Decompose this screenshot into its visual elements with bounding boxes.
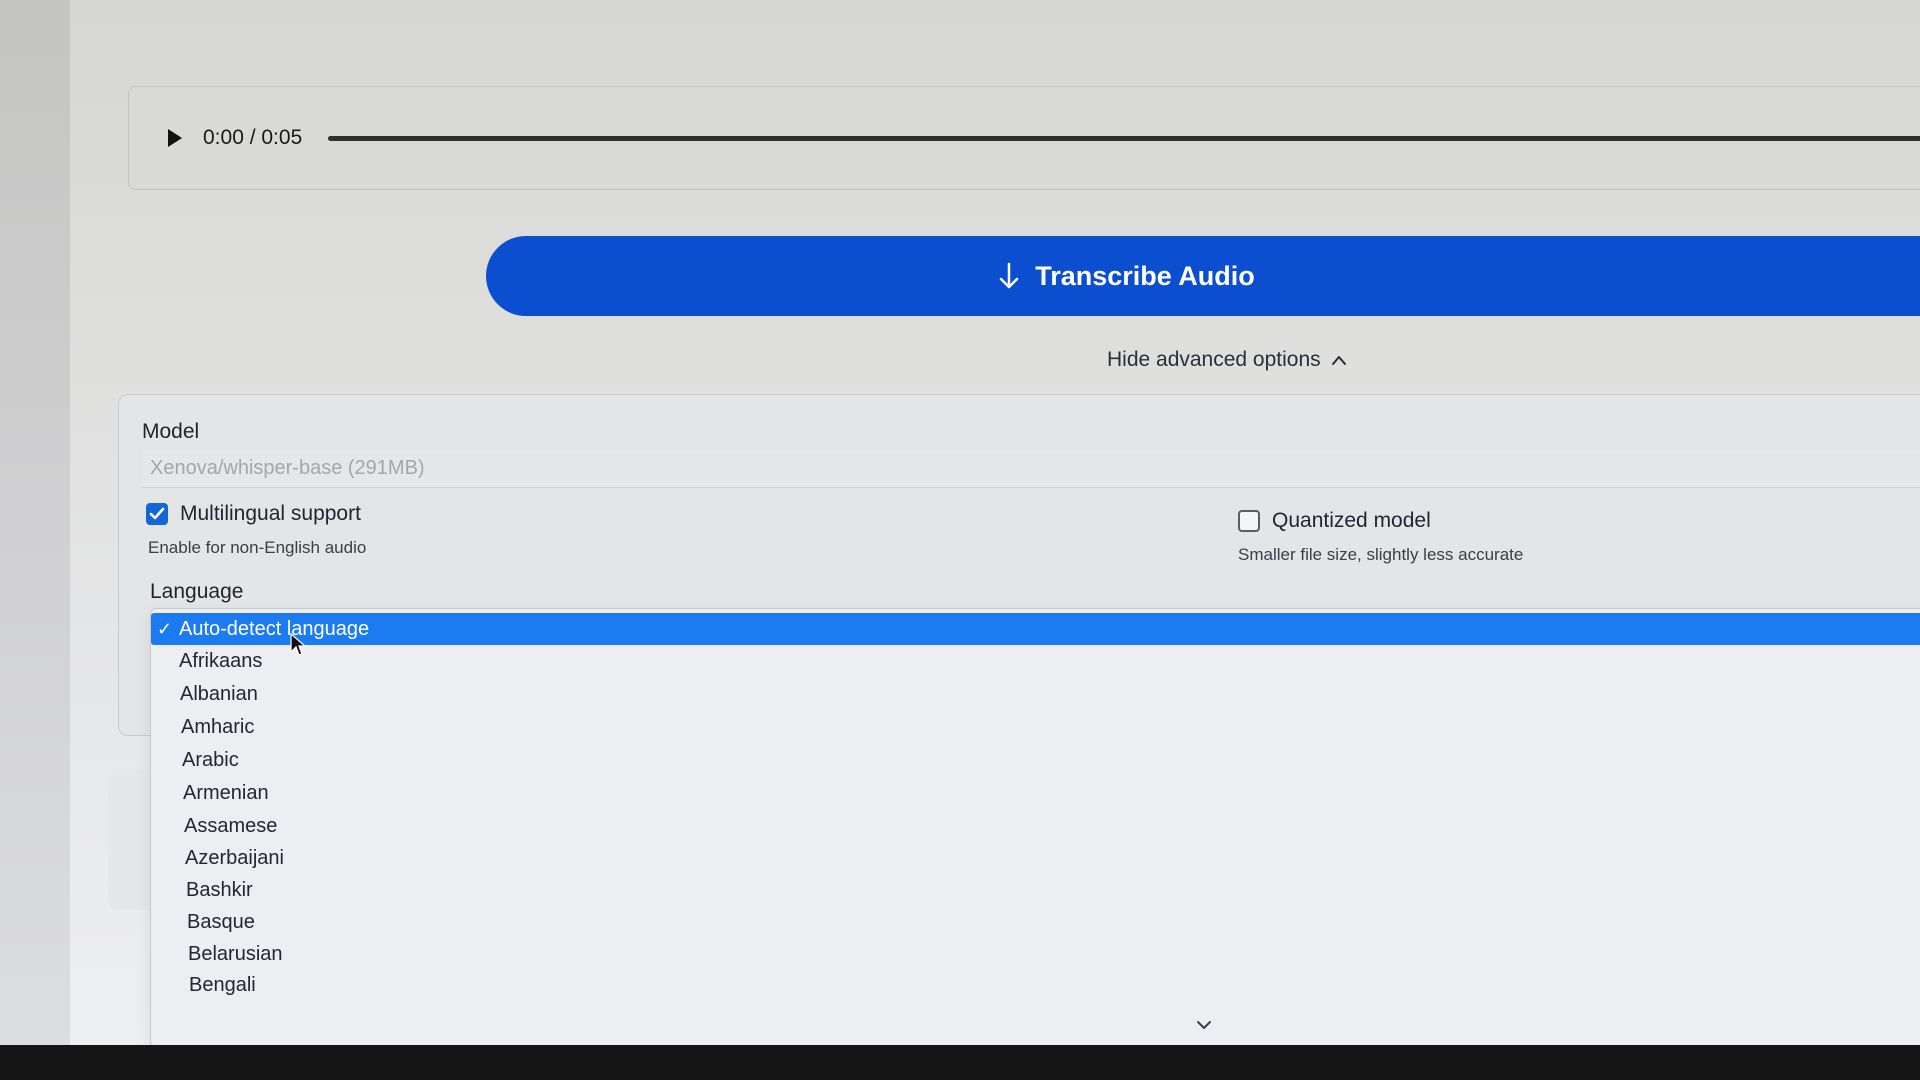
time-readout: 0:00 / 0:05 (203, 126, 303, 149)
chevron-down-icon[interactable] (1194, 1018, 1214, 1032)
language-dropdown-list: ✓ Auto-detect language Afrikaans Albania… (150, 608, 1920, 1047)
language-option-label: Afrikaans (179, 649, 263, 672)
language-option[interactable]: Bengali (151, 970, 1920, 1000)
quantized-option: Quantized model (1238, 509, 1431, 533)
quantized-checkbox[interactable] (1238, 510, 1260, 532)
quantized-hint: Smaller file size, slightly less accurat… (1238, 545, 1524, 564)
chevron-up-icon (1331, 356, 1346, 365)
screen-bezel (0, 1045, 1920, 1080)
language-option[interactable]: Afrikaans (151, 646, 1920, 676)
language-option-label: Basque (187, 910, 255, 933)
hide-advanced-options-label: Hide advanced options (1107, 348, 1321, 371)
transcribe-audio-button[interactable]: Transcribe Audio (486, 236, 1920, 316)
model-field[interactable]: Xenova/whisper-base (291MB) (142, 450, 1920, 488)
language-option-label: Azerbaijani (185, 846, 284, 869)
language-option[interactable]: Amharic (151, 712, 1920, 742)
language-option-label: Albanian (180, 682, 258, 705)
seek-bar[interactable] (328, 135, 1920, 141)
language-option[interactable]: Azerbaijani (151, 843, 1920, 873)
multilingual-hint: Enable for non-English audio (148, 538, 367, 557)
language-option-label: Auto-detect language (179, 617, 370, 640)
language-option-label: Bengali (189, 973, 256, 996)
language-option-label: Bashkir (186, 878, 253, 901)
language-label: Language (150, 580, 244, 603)
multilingual-checkbox[interactable] (146, 503, 168, 525)
arrow-down-icon (999, 262, 1019, 289)
language-option[interactable]: Armenian (151, 778, 1920, 808)
language-option[interactable]: Assamese (151, 811, 1920, 841)
language-option[interactable]: Basque (151, 907, 1920, 937)
mouse-pointer-icon (290, 632, 307, 656)
hide-advanced-options-toggle[interactable]: Hide advanced options (1107, 348, 1347, 372)
page-side-edge (108, 770, 156, 910)
selected-check-icon: ✓ (157, 618, 173, 639)
model-value: Xenova/whisper-base (291MB) (150, 457, 425, 479)
language-option-label: Armenian (183, 781, 269, 804)
language-option-selected[interactable]: ✓ Auto-detect language (151, 613, 1920, 645)
language-option-label: Assamese (184, 814, 278, 837)
language-option[interactable]: Bashkir (151, 875, 1920, 905)
window-left-edge (0, 0, 70, 1045)
model-label: Model (142, 420, 200, 443)
language-option-label: Belarusian (188, 942, 283, 965)
quantized-label: Quantized model (1272, 509, 1431, 532)
language-option[interactable]: Albanian (151, 679, 1920, 709)
language-option-label: Amharic (181, 715, 255, 738)
play-icon (168, 129, 182, 147)
multilingual-label: Multilingual support (180, 502, 361, 525)
play-button[interactable] (161, 124, 189, 152)
multilingual-option: Multilingual support (146, 502, 361, 526)
check-icon (149, 507, 165, 520)
audio-player: 0:00 / 0:05 (128, 86, 1920, 190)
language-option-label: Arabic (182, 748, 239, 771)
language-option[interactable]: Belarusian (151, 939, 1920, 969)
language-option[interactable]: Arabic (151, 745, 1920, 775)
transcribe-audio-label: Transcribe Audio (1035, 260, 1255, 291)
